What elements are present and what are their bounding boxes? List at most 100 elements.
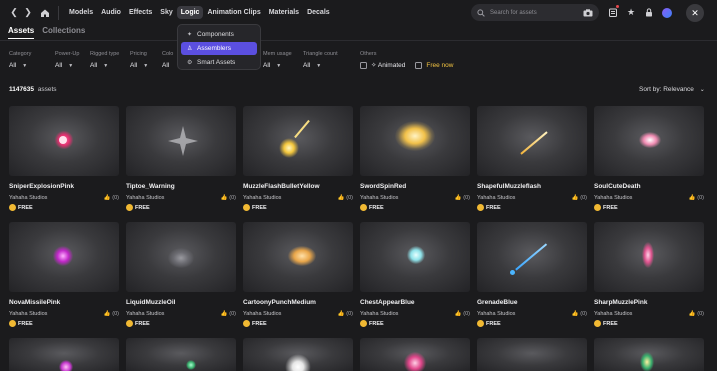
filter-select[interactable]: All: [162, 62, 173, 69]
filter-color[interactable]: Colo All: [162, 51, 173, 69]
filter-category[interactable]: Category All ▼: [9, 51, 31, 69]
asset-name: SoulCuteDeath: [594, 183, 641, 190]
asset-card[interactable]: [594, 338, 704, 371]
coin-icon: [594, 204, 601, 211]
filter-select[interactable]: All ▼: [55, 62, 79, 69]
home-icon[interactable]: [38, 7, 52, 19]
filter-select[interactable]: All ▼: [303, 62, 338, 69]
results-number: 1147635: [9, 86, 34, 93]
filter-pricing[interactable]: Pricing All ▼: [130, 51, 148, 69]
asset-card[interactable]: [360, 338, 470, 371]
asset-likes: 👍 (0): [688, 195, 704, 201]
nav-divider: [58, 5, 59, 20]
asset-card[interactable]: GrenadeBlue Yahaha Studios 👍 (0) FREE: [477, 222, 587, 332]
asset-thumbnail: [126, 338, 236, 371]
asset-card[interactable]: LiquidMuzzleOil Yahaha Studios 👍 (0) FRE…: [126, 222, 236, 332]
asset-card[interactable]: SharpMuzzlePink Yahaha Studios 👍 (0) FRE…: [594, 222, 704, 332]
asset-likes: 👍 (0): [454, 311, 470, 317]
filter-rigged-type[interactable]: Rigged type All ▼: [90, 51, 119, 69]
animated-text: Animated: [377, 62, 406, 69]
price-text: FREE: [18, 320, 33, 327]
nav-item-effects[interactable]: Effects: [125, 6, 156, 19]
free-now-checkbox[interactable]: [415, 61, 423, 69]
asset-thumbnail: [126, 222, 236, 292]
animated-label[interactable]: ✧ Animated: [371, 61, 405, 69]
likes-count: (0): [112, 311, 119, 317]
asset-card[interactable]: [243, 338, 353, 371]
asset-likes: 👍 (0): [103, 311, 119, 317]
coin-icon: [9, 320, 16, 327]
asset-thumbnail: [594, 222, 704, 292]
asset-card[interactable]: CartoonyPunchMedium Yahaha Studios 👍 (0)…: [243, 222, 353, 332]
asset-card[interactable]: NovaMissilePink Yahaha Studios 👍 (0) FRE…: [9, 222, 119, 332]
tab-collections[interactable]: Collections: [42, 26, 85, 39]
dropdown-item-assemblers[interactable]: ♙ Assemblers: [181, 42, 257, 55]
free-now-label[interactable]: Free now: [426, 62, 453, 69]
asset-card[interactable]: ShapefulMuzzleflash Yahaha Studios 👍 (0)…: [477, 106, 587, 216]
coin-icon: [360, 320, 367, 327]
tab-assets[interactable]: Assets: [8, 26, 35, 39]
nav-item-animation-clips[interactable]: Animation Clips: [203, 6, 264, 19]
chevron-right-icon[interactable]: ❯: [22, 7, 34, 19]
dropdown-item-components[interactable]: ✦ Components: [181, 28, 257, 41]
nav-item-audio[interactable]: Audio: [97, 6, 125, 19]
filter-label: Category: [9, 51, 32, 57]
asset-price: FREE: [594, 204, 618, 211]
filter-select[interactable]: All ▼: [90, 62, 119, 69]
likes-count: (0): [346, 311, 353, 317]
asset-thumbnail: [243, 222, 353, 292]
asset-card[interactable]: SoulCuteDeath Yahaha Studios 👍 (0) FREE: [594, 106, 704, 216]
filter-select[interactable]: All ▼: [263, 62, 292, 69]
assembler-icon: ♙: [187, 46, 193, 52]
asset-price: FREE: [126, 204, 150, 211]
asset-card[interactable]: MuzzleFlashBulletYellow Yahaha Studios 👍…: [243, 106, 353, 216]
nav-item-logic[interactable]: Logic: [176, 6, 204, 19]
nav-item-decals[interactable]: Decals: [303, 6, 334, 19]
top-action-icons: ★: [604, 4, 676, 21]
asset-price: FREE: [9, 320, 33, 327]
asset-card[interactable]: SwordSpinRed Yahaha Studios 👍 (0) FREE: [360, 106, 470, 216]
asset-price: FREE: [243, 204, 267, 211]
search-input[interactable]: Search for assets: [490, 10, 583, 16]
asset-card[interactable]: [126, 338, 236, 371]
smart-asset-icon: ⚙: [187, 60, 193, 66]
nav-item-materials[interactable]: Materials: [265, 6, 303, 19]
coin-icon: [9, 204, 16, 211]
lock-icon[interactable]: [640, 4, 658, 21]
asset-creator: Yahaha Studios: [360, 311, 399, 317]
asset-card[interactable]: SniperExplosionPink Yahaha Studios 👍 (0)…: [9, 106, 119, 216]
dropdown-item-smart-assets[interactable]: ⚙ Smart Assets: [181, 56, 257, 69]
camera-icon[interactable]: [583, 4, 593, 22]
chevron-left-icon[interactable]: ❮: [8, 7, 20, 19]
price-text: FREE: [252, 204, 267, 211]
asset-card[interactable]: [477, 338, 587, 371]
nav-item-models[interactable]: Models: [65, 6, 97, 19]
asset-card[interactable]: ChestAppearBlue Yahaha Studios 👍 (0) FRE…: [360, 222, 470, 332]
star-icon[interactable]: ★: [622, 4, 640, 21]
asset-thumbnail: [360, 106, 470, 176]
filter-select[interactable]: All ▼: [130, 62, 148, 69]
asset-price: FREE: [243, 320, 267, 327]
nav-item-sky[interactable]: Sky: [156, 6, 176, 19]
search-bar[interactable]: Search for assets: [471, 4, 599, 21]
sort-dropdown[interactable]: Sort by: Relevance ⌄: [639, 86, 705, 93]
clipboard-icon[interactable]: [604, 4, 622, 21]
filter-mem-usage[interactable]: Mem usage All ▼: [263, 51, 292, 69]
filter-triangle-count[interactable]: Triangle count All ▼: [303, 51, 338, 69]
asset-card[interactable]: [9, 338, 119, 371]
asset-creator: Yahaha Studios: [243, 195, 282, 201]
notification-dot: [616, 5, 619, 8]
asset-name: LiquidMuzzleOil: [126, 299, 176, 306]
filter-power-up[interactable]: Power-Up All ▼: [55, 51, 79, 69]
results-unit: assets: [37, 86, 57, 93]
puzzle-icon: ✦: [187, 32, 193, 38]
chevron-down-icon: ⌄: [699, 87, 705, 93]
filter-select[interactable]: All ▼: [9, 62, 31, 69]
close-icon[interactable]: ✕: [686, 4, 704, 22]
filter-others: Others ✧ Animated Free now: [360, 51, 463, 69]
asset-likes: 👍 (0): [688, 311, 704, 317]
asset-creator: Yahaha Studios: [477, 311, 516, 317]
animated-checkbox[interactable]: [360, 61, 367, 69]
avatar[interactable]: [658, 4, 676, 21]
asset-card[interactable]: Tiptoe_Warning Yahaha Studios 👍 (0) FREE: [126, 106, 236, 216]
